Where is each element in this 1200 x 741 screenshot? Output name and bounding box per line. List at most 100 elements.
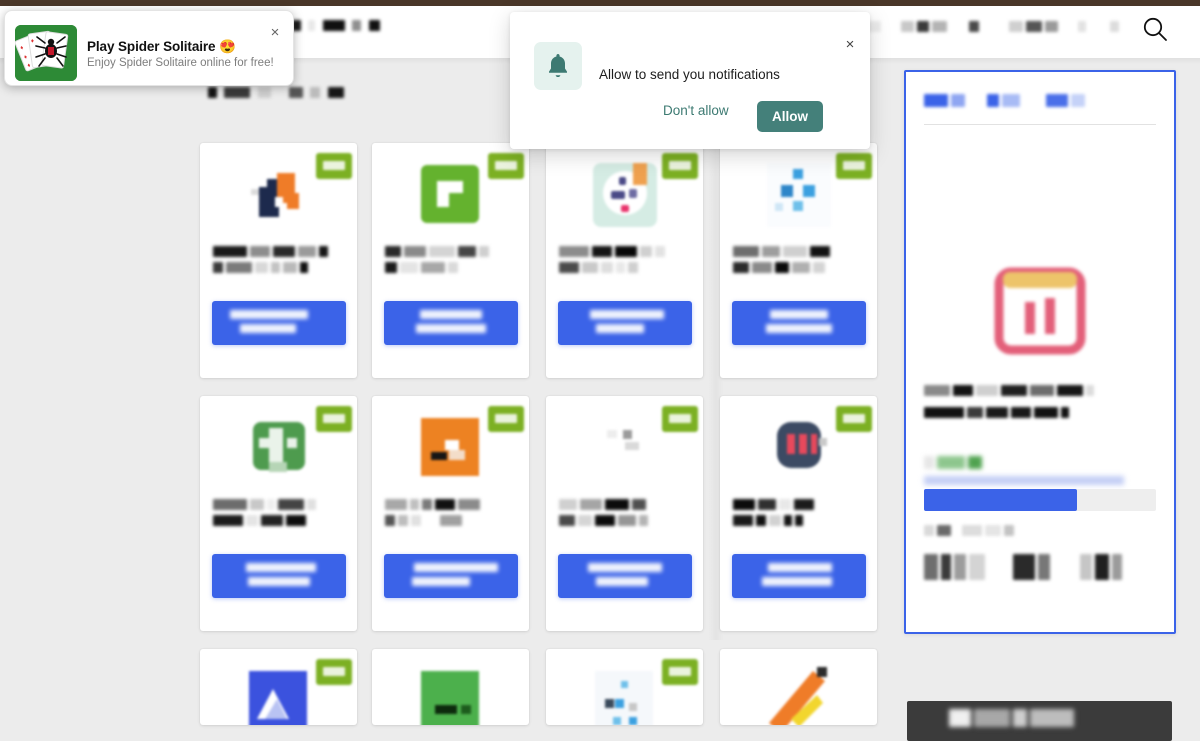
card-title-line-1 (213, 496, 345, 511)
app-card-7[interactable] (546, 396, 703, 631)
faint-gray-icon (589, 412, 661, 484)
card-title (213, 243, 345, 275)
app-card-1[interactable] (200, 143, 357, 378)
green-square-icon (415, 665, 487, 725)
card-badge (662, 659, 698, 685)
detail-panel-green-tag (924, 454, 1034, 470)
app-card-5[interactable] (200, 396, 357, 631)
app-card-grid (196, 140, 900, 725)
card-title (213, 496, 345, 528)
card-title (733, 243, 865, 275)
card-title-line-1 (559, 243, 691, 258)
app-card-12[interactable] (720, 649, 877, 725)
spider-solitaire-toast[interactable]: ♦ ♦ ♦ ♦ Play Spider Solitaire 😍 Enjoy Sp… (4, 10, 294, 86)
nav-item-4[interactable] (901, 18, 950, 36)
card-cta-button[interactable] (732, 301, 866, 345)
hand-pointer-orange-icon (243, 159, 315, 231)
card-title-line-2 (559, 512, 691, 527)
orange-square-icon (415, 412, 487, 484)
card-cta-label (402, 563, 500, 589)
description-line-2 (924, 404, 1156, 419)
dont-allow-button[interactable]: Don't allow (663, 103, 729, 118)
bell-icon (549, 54, 567, 77)
detail-panel-thumbnails[interactable] (924, 554, 1156, 596)
logo-blurred-text (292, 17, 383, 35)
search-icon[interactable] (1142, 16, 1168, 42)
card-badge (836, 406, 872, 432)
app-card-11[interactable] (546, 649, 703, 725)
toast-title: Play Spider Solitaire 😍 (87, 39, 236, 54)
card-badge (488, 406, 524, 432)
nav-item-5[interactable] (969, 18, 982, 36)
description-line-1 (924, 382, 1156, 397)
app-card-4[interactable] (720, 143, 877, 378)
green-creature-icon (243, 412, 315, 484)
notification-message: Allow to send you notifications (599, 67, 780, 82)
site-logo[interactable] (292, 17, 383, 35)
card-badge (316, 406, 352, 432)
progress-bar-fill (924, 489, 1078, 511)
card-cta-button[interactable] (558, 554, 692, 598)
card-badge (662, 153, 698, 179)
card-title-line-2 (733, 259, 865, 274)
app-card-9[interactable] (200, 649, 357, 725)
card-cta-label (576, 310, 674, 336)
app-card-3[interactable] (546, 143, 703, 378)
blue-mountain-icon (243, 665, 315, 725)
card-cta-button[interactable] (212, 554, 346, 598)
card-badge (836, 153, 872, 179)
thumbnail-2[interactable] (1012, 554, 1053, 580)
app-card-8[interactable] (720, 396, 877, 631)
progress-label (924, 472, 1156, 486)
card-cta-button[interactable] (732, 554, 866, 598)
card-title-line-2 (559, 259, 691, 274)
detail-panel-breadcrumb[interactable] (924, 92, 1152, 110)
pink-calendar-bars-icon (989, 260, 1091, 362)
card-cta-label (402, 310, 500, 336)
nav-item-8[interactable] (1110, 18, 1122, 36)
card-title-line-1 (733, 243, 865, 258)
card-title-line-2 (385, 512, 517, 527)
toast-subtitle: Enjoy Spider Solitaire online for free! (87, 57, 274, 69)
blue-dots-icon (763, 159, 835, 231)
card-cta-label (230, 563, 328, 589)
card-badge (662, 406, 698, 432)
card-title-line-2 (733, 512, 865, 527)
detail-panel-description (924, 382, 1156, 420)
nav-item-6[interactable] (1009, 18, 1061, 36)
light-blue-dots-icon (589, 665, 661, 725)
card-badge (316, 659, 352, 685)
close-icon[interactable]: × (842, 37, 858, 53)
card-title-line-1 (733, 496, 865, 511)
card-cta-button[interactable] (384, 554, 518, 598)
orange-yellow-tool-icon (763, 665, 835, 725)
green-rounded-square-icon (415, 159, 487, 231)
thumbnail-3[interactable] (1079, 554, 1125, 580)
detail-panel-caption (924, 522, 1124, 540)
close-icon[interactable]: × (267, 25, 283, 41)
app-card-2[interactable] (372, 143, 529, 378)
bottom-dark-banner[interactable] (907, 701, 1172, 741)
card-cta-label (230, 310, 328, 336)
nav-item-7[interactable] (1078, 18, 1089, 36)
card-title-line-1 (559, 496, 691, 511)
spider-solitaire-cards-icon: ♦ ♦ ♦ ♦ (15, 25, 77, 81)
card-badge (488, 153, 524, 179)
card-title-line-2 (385, 259, 517, 274)
card-title-line-1 (385, 496, 517, 511)
card-cta-button[interactable] (384, 301, 518, 345)
bottom-banner-text (949, 709, 1129, 731)
card-cta-label (750, 563, 848, 589)
page-title (208, 84, 347, 102)
allow-button[interactable]: Allow (757, 101, 823, 132)
card-title (385, 496, 517, 528)
card-cta-button[interactable] (558, 301, 692, 345)
app-card-6[interactable] (372, 396, 529, 631)
thumbnail-1[interactable] (924, 554, 988, 580)
detail-panel[interactable] (904, 70, 1176, 634)
card-cta-button[interactable] (212, 301, 346, 345)
app-card-10[interactable] (372, 649, 529, 725)
detail-panel-divider (924, 124, 1156, 125)
card-title (385, 243, 517, 275)
mint-face-icon (589, 159, 661, 231)
